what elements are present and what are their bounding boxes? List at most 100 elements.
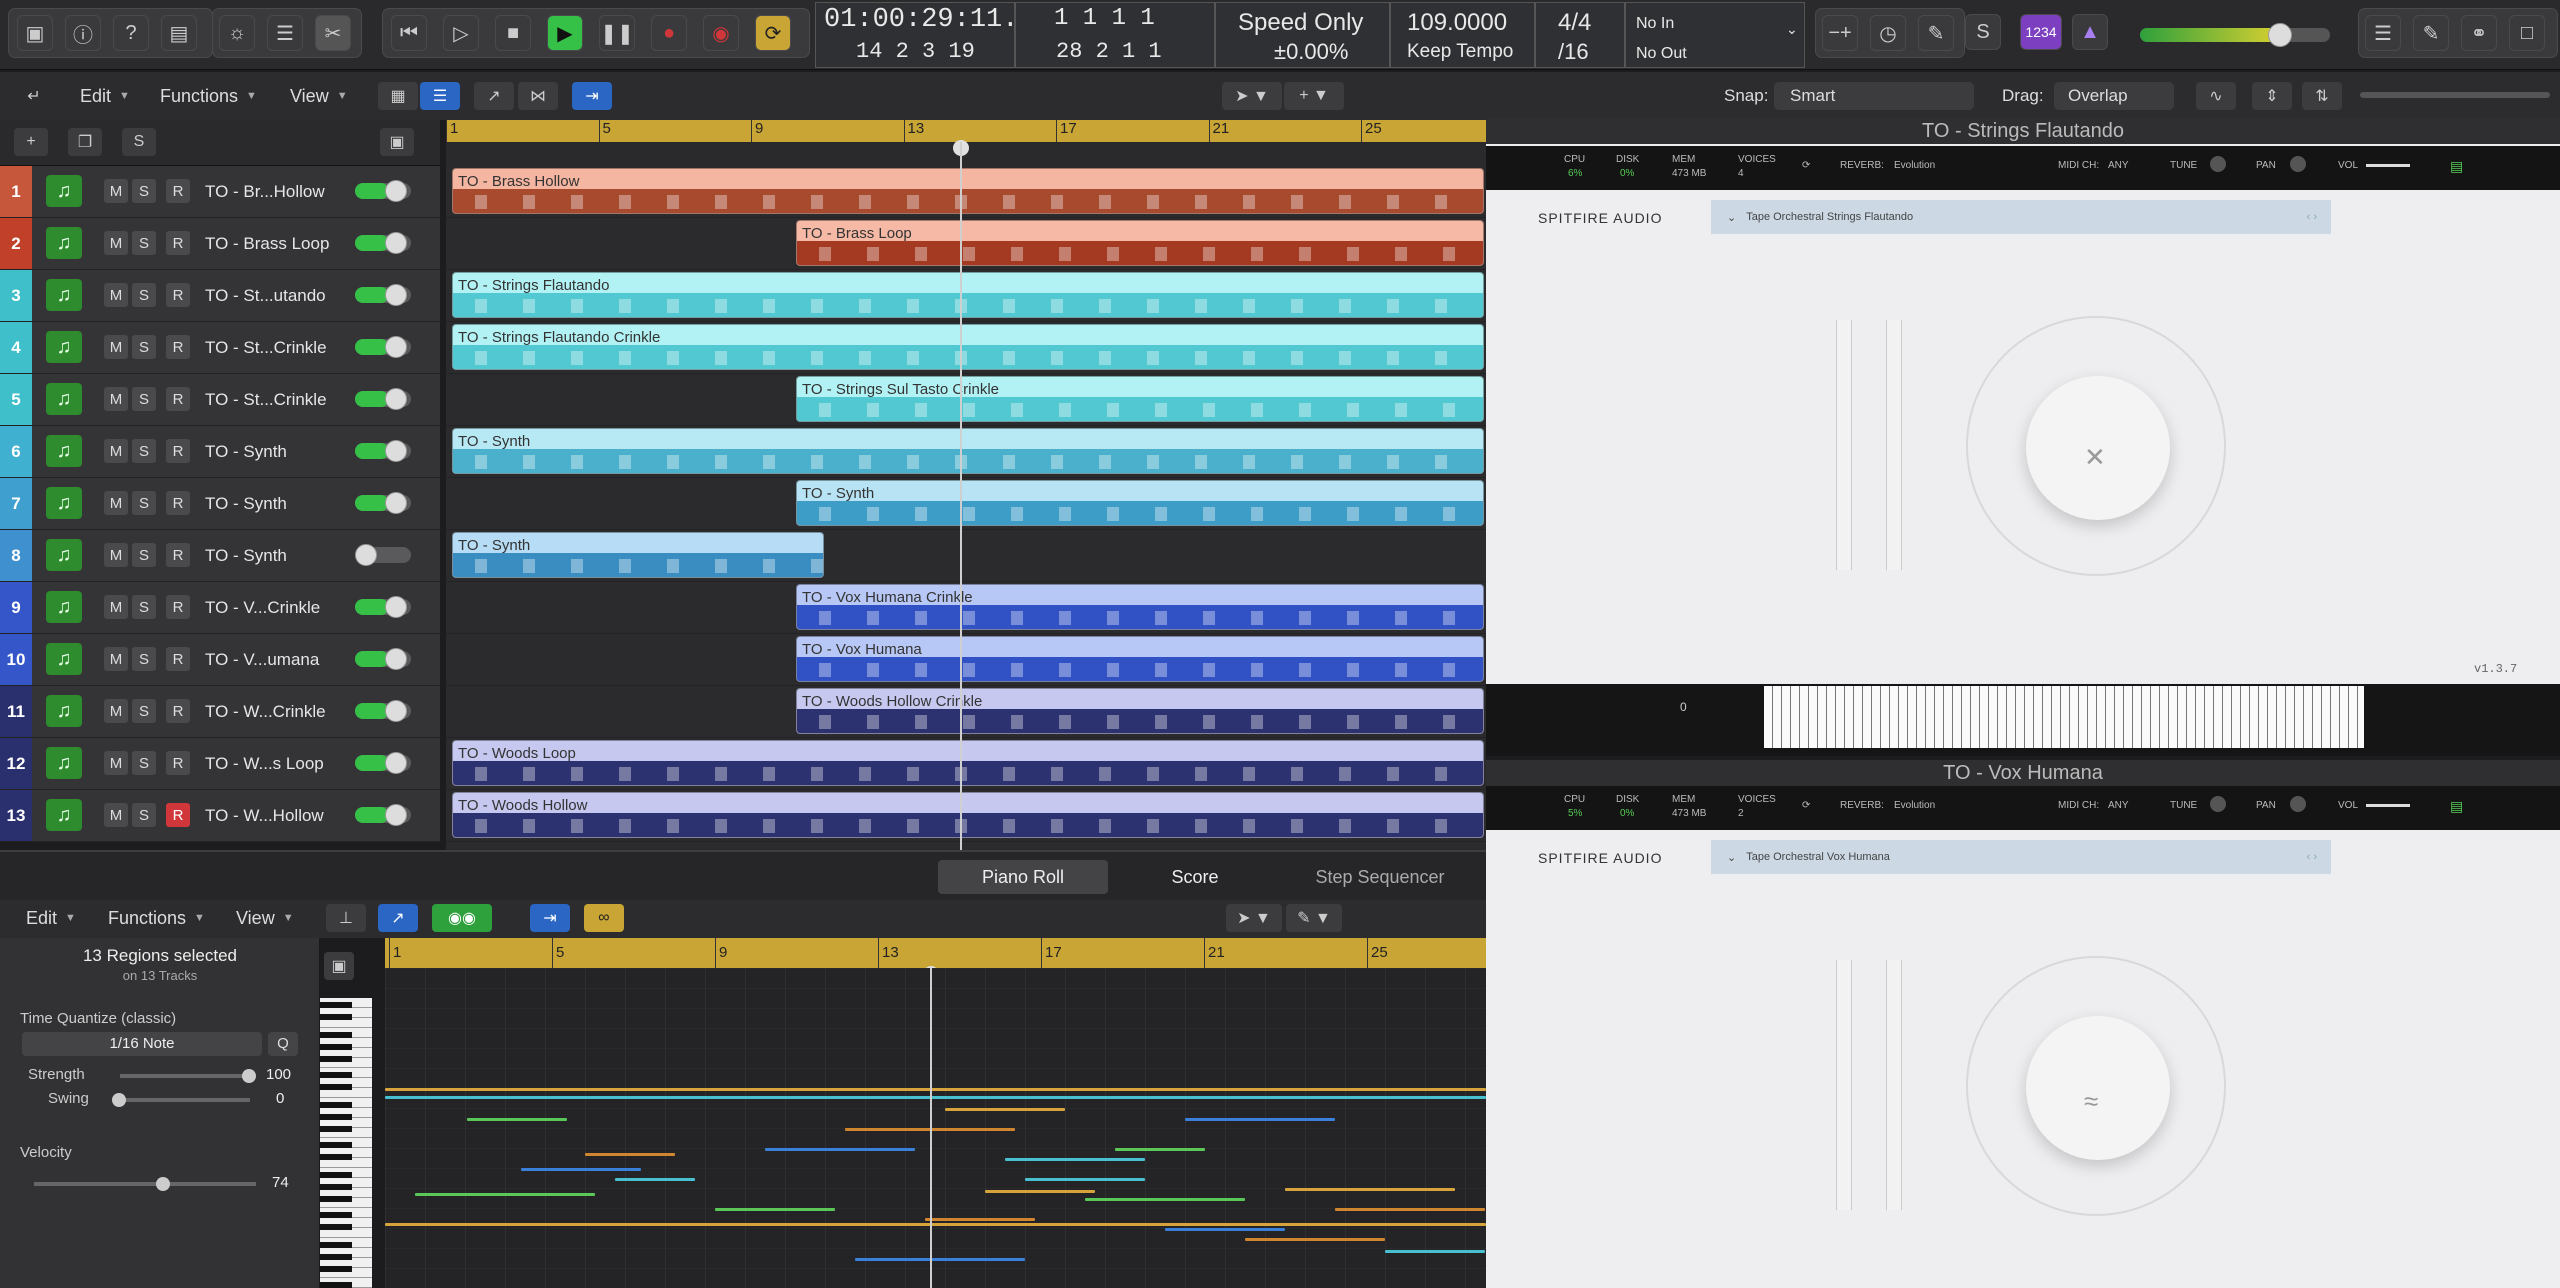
- vol-slider[interactable]: [2366, 804, 2410, 807]
- record-enable-button[interactable]: R: [166, 283, 190, 307]
- flex-icon[interactable]: ⋈: [518, 82, 558, 110]
- region[interactable]: TO - Strings Flautando Crinkle: [452, 324, 1484, 370]
- solo-button[interactable]: S: [132, 387, 156, 411]
- quick-help-icon[interactable]: ?: [113, 15, 149, 51]
- region[interactable]: TO - Synth: [452, 532, 824, 578]
- instrument-icon[interactable]: ♫: [46, 383, 82, 415]
- record-enable-button[interactable]: R: [166, 751, 190, 775]
- stop-icon[interactable]: ■: [495, 15, 531, 51]
- record-enable-button[interactable]: R: [166, 803, 190, 827]
- midi-note[interactable]: [1385, 1250, 1485, 1253]
- loop-browser-icon[interactable]: ⚭: [2461, 15, 2497, 51]
- dynamics-fader[interactable]: [1886, 320, 1902, 570]
- midi-in-icon[interactable]: ◉◉: [432, 904, 492, 932]
- tab-score[interactable]: Score: [1110, 860, 1280, 894]
- record-enable-button[interactable]: R: [166, 543, 190, 567]
- dynamics-fader[interactable]: [1886, 960, 1902, 1210]
- tracks-area[interactable]: TO - Brass Hollow TO - Brass Loop TO - S…: [446, 166, 1486, 850]
- list-editors-icon[interactable]: ☰: [2365, 15, 2401, 51]
- record-enable-button[interactable]: R: [166, 335, 190, 359]
- mute-button[interactable]: M: [104, 699, 128, 723]
- track-volume-slider[interactable]: [355, 492, 411, 514]
- add-track-icon[interactable]: +: [14, 128, 48, 156]
- play-icon[interactable]: ▶: [547, 15, 583, 51]
- track-lane[interactable]: TO - Vox Humana: [446, 634, 1486, 686]
- midi-io-display[interactable]: No In No Out ⌄: [1625, 2, 1805, 68]
- midi-note[interactable]: [945, 1108, 1065, 1111]
- track-volume-slider[interactable]: [355, 180, 411, 202]
- strength-slider[interactable]: [120, 1069, 256, 1083]
- midi-note[interactable]: [385, 1088, 1486, 1091]
- cycle-icon[interactable]: ⟳: [755, 15, 791, 51]
- midi-note[interactable]: [1005, 1158, 1145, 1161]
- solo-badge[interactable]: 1234: [2020, 14, 2062, 50]
- midi-note[interactable]: [1115, 1148, 1205, 1151]
- instrument-icon[interactable]: ♫: [46, 279, 82, 311]
- time-quantize-select[interactable]: 1/16 Note: [22, 1032, 262, 1056]
- toolbar-icon[interactable]: ▤: [161, 15, 197, 51]
- mute-button[interactable]: M: [104, 387, 128, 411]
- automation-icon[interactable]: ↗: [474, 82, 514, 110]
- record-enable-button[interactable]: R: [166, 699, 190, 723]
- smart-controls-icon[interactable]: ☼: [219, 15, 255, 51]
- instrument-icon[interactable]: ♫: [46, 539, 82, 571]
- region[interactable]: TO - Vox Humana: [796, 636, 1484, 682]
- track-volume-slider[interactable]: [355, 752, 411, 774]
- inspector-icon[interactable]: ⓘ: [65, 15, 101, 51]
- track-lane[interactable]: TO - Brass Hollow: [446, 166, 1486, 218]
- midi-note[interactable]: [521, 1168, 641, 1171]
- region[interactable]: TO - Woods Loop: [452, 740, 1484, 786]
- reverb-value[interactable]: Evolution: [1894, 160, 1935, 171]
- instrument-icon[interactable]: ♫: [46, 695, 82, 727]
- midi-note[interactable]: [1085, 1198, 1245, 1201]
- track-lane[interactable]: TO - Woods Hollow: [446, 790, 1486, 842]
- track-lane[interactable]: TO - Synth: [446, 478, 1486, 530]
- refresh-icon[interactable]: ⟳: [1802, 160, 1810, 171]
- bar-display[interactable]: 1 1 1 1 28 2 1 1: [1015, 2, 1215, 68]
- view-menu[interactable]: View ▼: [290, 82, 348, 110]
- track-volume-slider[interactable]: [355, 648, 411, 670]
- track-lane[interactable]: TO - Vox Humana Crinkle: [446, 582, 1486, 634]
- region[interactable]: TO - Brass Hollow: [452, 168, 1484, 214]
- swing-slider[interactable]: [112, 1093, 250, 1107]
- midi-channel-value[interactable]: ANY: [2108, 160, 2129, 171]
- mute-button[interactable]: M: [104, 543, 128, 567]
- quantize-button[interactable]: Q: [268, 1032, 298, 1056]
- tab-step-sequencer[interactable]: Step Sequencer: [1280, 860, 1480, 894]
- varispeed-display[interactable]: Speed Only ±0.00%: [1215, 2, 1390, 68]
- solo-button[interactable]: S: [132, 231, 156, 255]
- track-lane[interactable]: TO - Synth: [446, 530, 1486, 582]
- drag-select[interactable]: Overlap: [2054, 82, 2174, 110]
- editor-pointer-icon[interactable]: ➤ ▼: [1226, 904, 1282, 932]
- midi-note[interactable]: [1185, 1118, 1335, 1121]
- pencil-tool-icon[interactable]: ✎ ▼: [1286, 904, 1342, 932]
- vol-slider[interactable]: [2366, 164, 2410, 167]
- region[interactable]: TO - Strings Sul Tasto Crinkle: [796, 376, 1484, 422]
- tuner-icon[interactable]: S: [1965, 14, 2001, 50]
- list-view-icon[interactable]: ☰: [420, 82, 460, 110]
- expression-fader[interactable]: [1836, 320, 1852, 570]
- record-enable-button[interactable]: R: [166, 231, 190, 255]
- piano-roll-ruler[interactable]: 1 5 9 13 17 21 25: [385, 938, 1486, 968]
- record-enable-button[interactable]: R: [166, 491, 190, 515]
- region[interactable]: TO - Synth: [796, 480, 1484, 526]
- midi-note[interactable]: [715, 1208, 835, 1211]
- track-lane[interactable]: TO - Woods Hollow Crinkle: [446, 686, 1486, 738]
- midi-note[interactable]: [1335, 1208, 1485, 1211]
- metronome-icon[interactable]: ▲: [2072, 14, 2108, 50]
- mute-button[interactable]: M: [104, 335, 128, 359]
- browser-icon[interactable]: □: [2509, 15, 2545, 51]
- time-display[interactable]: 01:00:29:11.40 14 2 3 19: [815, 2, 1051, 68]
- preset-arrows-icon[interactable]: ‹ ›: [2307, 851, 2317, 863]
- midi-note[interactable]: [1285, 1188, 1455, 1191]
- editor-view-menu[interactable]: View ▼: [236, 904, 294, 932]
- region[interactable]: TO - Synth: [452, 428, 1484, 474]
- zoom-vertical-icon[interactable]: ⇅: [2302, 82, 2342, 110]
- instrument-icon[interactable]: ♫: [46, 435, 82, 467]
- zoom-slider[interactable]: [2360, 92, 2550, 98]
- editor-catch-icon[interactable]: ⇥: [530, 904, 570, 932]
- editor-edit-menu[interactable]: Edit ▼: [26, 904, 76, 932]
- track-volume-slider[interactable]: [355, 804, 411, 826]
- editor-automation-icon[interactable]: ↗: [378, 904, 418, 932]
- mute-button[interactable]: M: [104, 491, 128, 515]
